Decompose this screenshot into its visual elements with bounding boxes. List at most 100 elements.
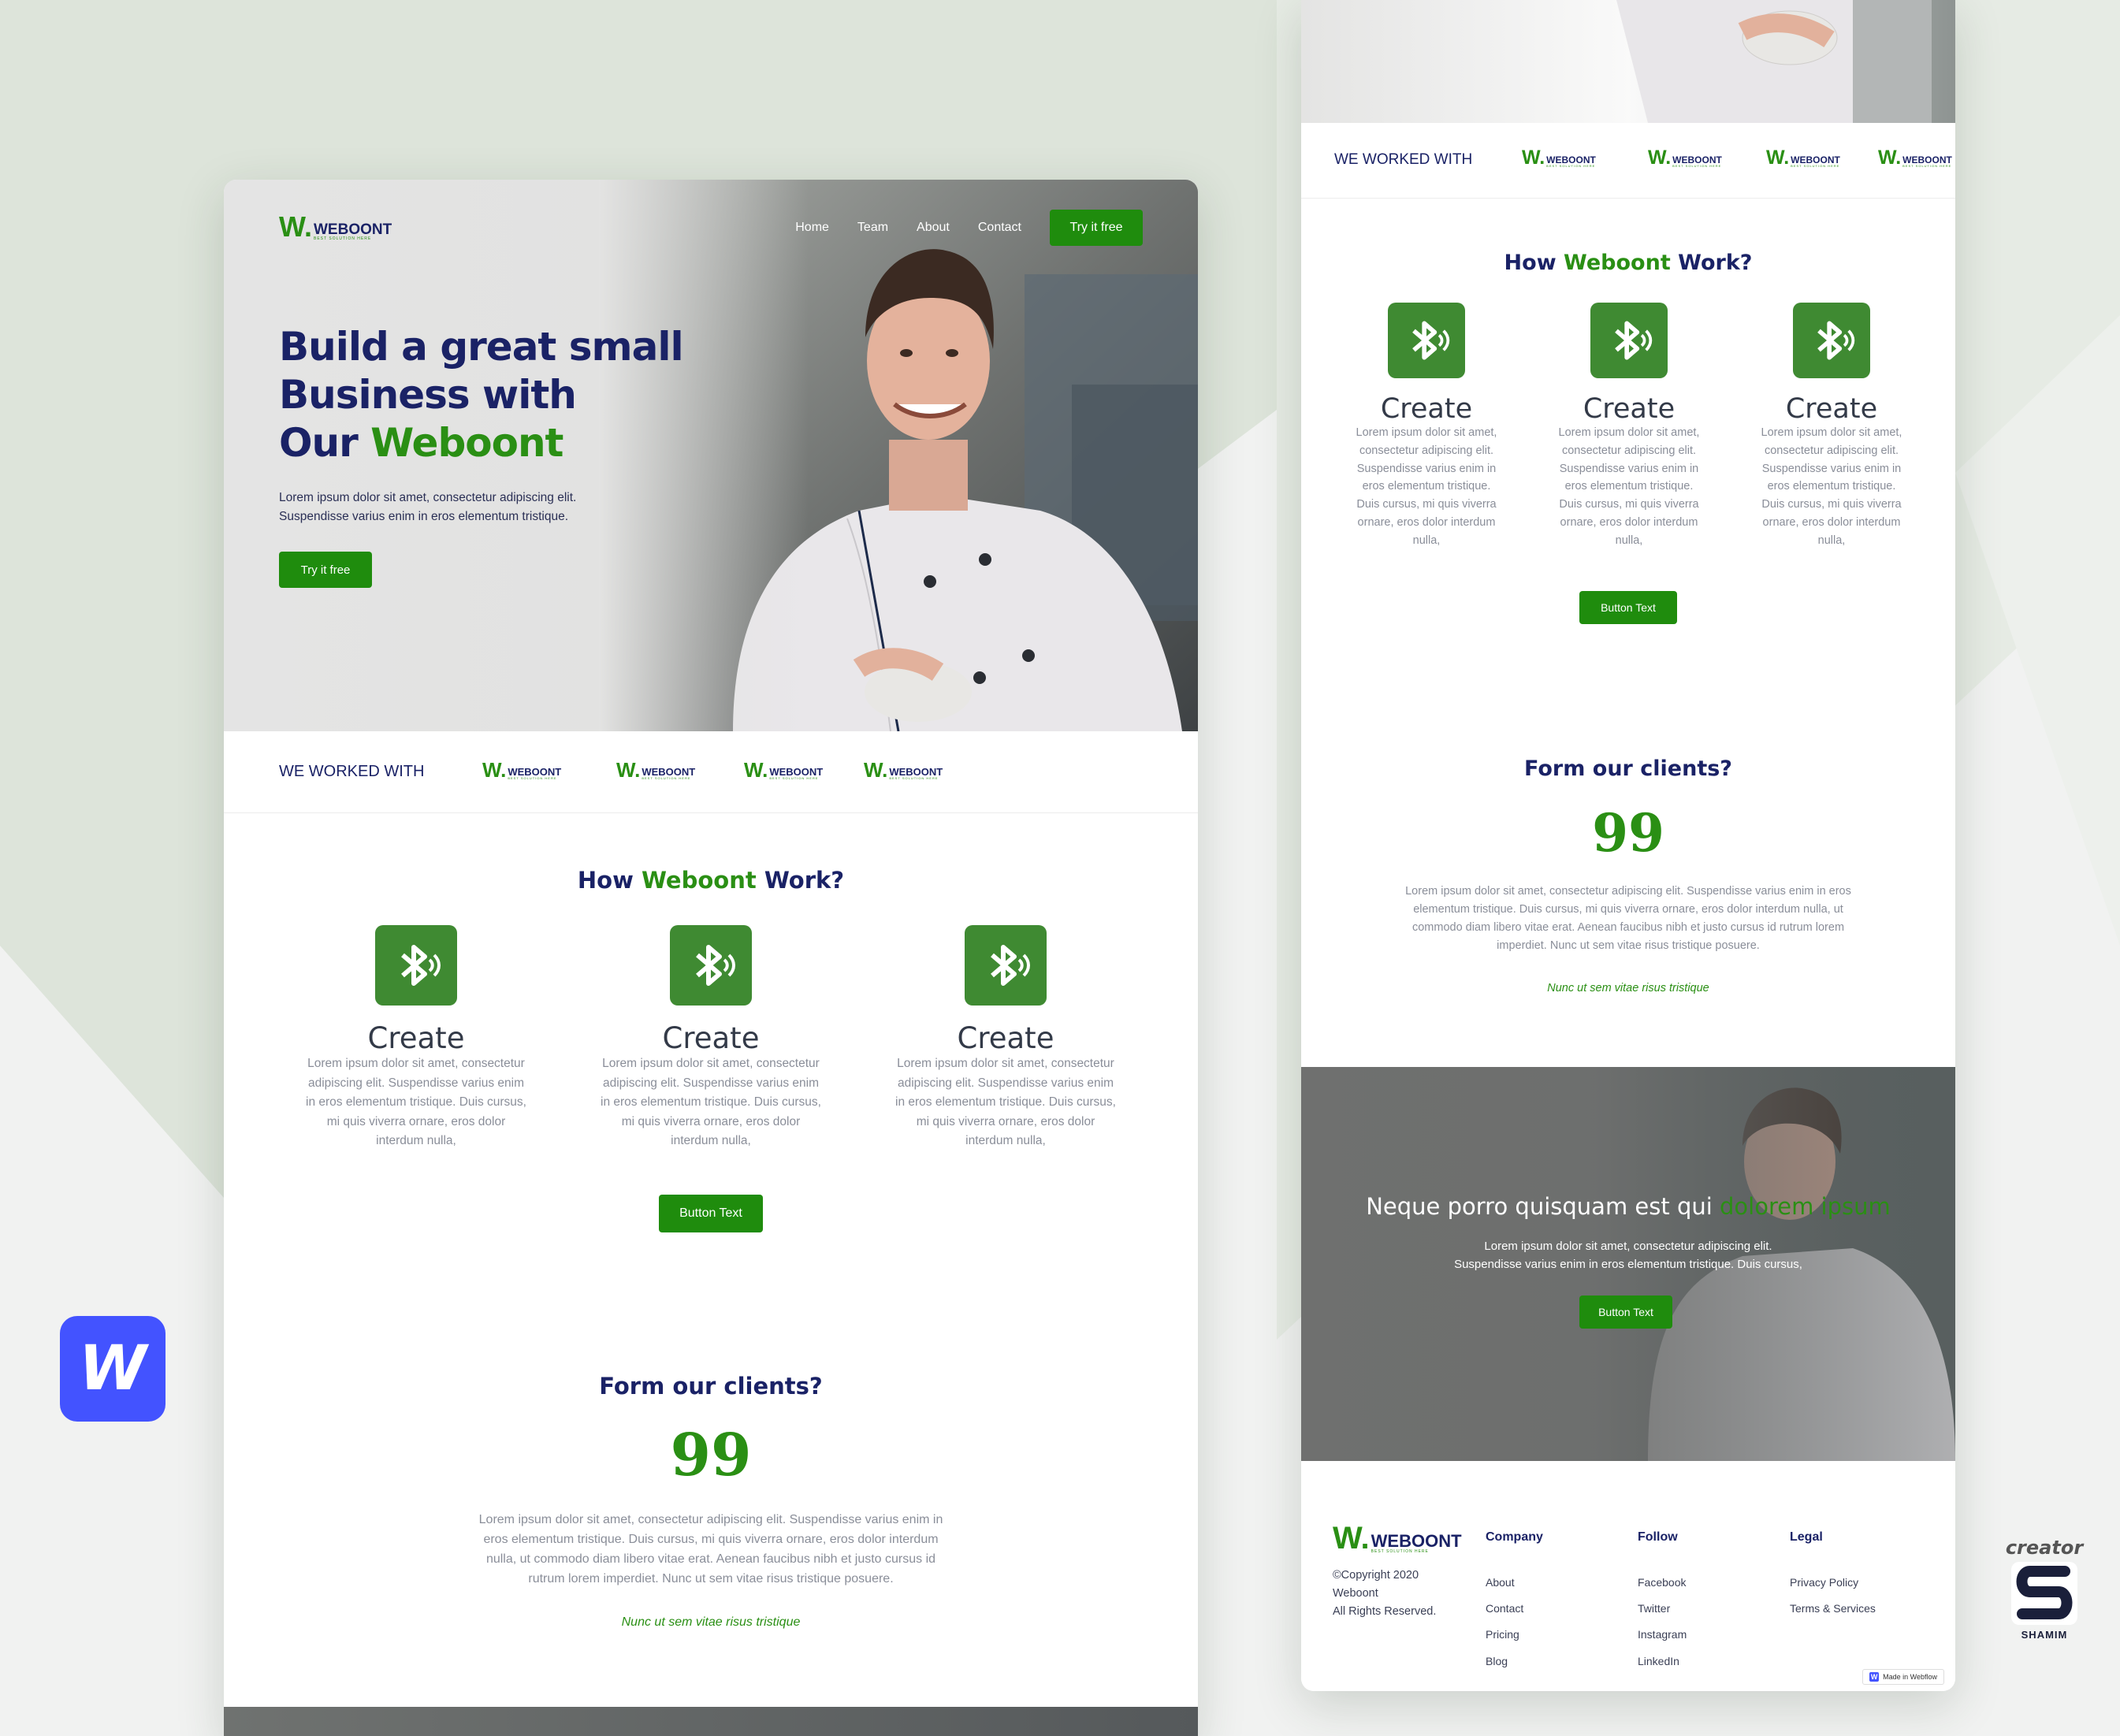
nav-contact[interactable]: Contact [978,221,1021,235]
site-footer: W. WEBOONT BEST SOLUTION HERE ©Copyright 2… [1301,1461,1955,1691]
hero-description: Lorem ipsum dolor sit amet, consectetur … [279,489,657,526]
badge-label: Made in Webflow [1883,1673,1937,1681]
footer-logo[interactable]: W. WEBOONT BEST SOLUTION HERE [1333,1522,1462,1554]
hero-title-line3a: Our [279,420,371,466]
worked-with-strip: WE WORKED WITH W. WEBOONT BEST SOLUTION HE… [1301,123,1955,199]
how-it-works-title: How Weboont Work? [577,867,845,894]
nav-team[interactable]: Team [857,221,888,235]
bluetooth-icon [1590,303,1668,378]
footer-link-terms[interactable]: Terms & Services [1790,1602,1876,1615]
bluetooth-icon [1793,303,1870,378]
client-author: Nunc ut sem vitae risus tristique [621,1615,801,1629]
footer-company-title: Company [1486,1530,1543,1544]
hero-desc-line2: Suspendisse varius enim in eros elementu… [279,510,569,523]
feature-card: Create Lorem ipsum dolor sit amet, conse… [303,925,530,1151]
hero-title: Build a great small Business with Our We… [279,323,684,467]
webflow-logo-icon: W [60,1316,166,1422]
partner-logo: W. WEBOONT BEST SOLUTION HERE [864,758,943,782]
quote-icon: 99 [670,1422,752,1489]
partner-logo: W. WEBOONT BEST SOLUTION HERE [744,758,824,782]
partner-logo: W. WEBOONT BEST SOLUTION HERE [1766,147,1840,169]
cta-description: Lorem ipsum dolor sit amet, consectetur … [1454,1240,1802,1271]
nav-try-free-button[interactable]: Try it free [1050,210,1143,246]
how-it-works-title: How Weboont Work? [1504,251,1753,275]
feature-card: Create Lorem ipsum dolor sit amet, conse… [1353,303,1500,550]
hero-section: W. WEBOONT BEST SOLUTION HERE Home Team … [224,180,1198,731]
client-author: Nunc ut sem vitae risus tristique [1547,982,1709,994]
footer-link-facebook[interactable]: Facebook [1638,1576,1686,1589]
hero-chef-photo-cropped [1301,0,1955,123]
feature-body: Lorem ipsum dolor sit amet, consectetur … [1761,426,1902,547]
hero-chef-photo [599,180,1198,731]
footer-link-instagram[interactable]: Instagram [1638,1628,1687,1641]
creator-label: creator [2005,1537,2084,1559]
next-section-peek [224,1707,1198,1736]
footer-link-blog[interactable]: Blog [1486,1655,1508,1667]
webflow-icon: W [1869,1672,1880,1682]
feature-card: Create Lorem ipsum dolor sit amet, conse… [1556,303,1702,550]
footer-follow-title: Follow [1638,1530,1678,1544]
client-quote: Lorem ipsum dolor sit amet, consectetur … [1405,885,1851,952]
feature-body: Lorem ipsum dolor sit amet, consectetur … [306,1057,526,1147]
feature-body: Lorem ipsum dolor sit amet, consectetur … [895,1057,1116,1147]
feature-card: Create Lorem ipsum dolor sit amet, conse… [1758,303,1905,550]
hero-try-free-button[interactable]: Try it free [279,552,372,588]
cta-button[interactable]: Button Text [1579,1295,1672,1329]
footer-link-twitter[interactable]: Twitter [1638,1602,1670,1615]
worked-with-strip: WE WORKED WITH W. WEBOONT BEST SOLUTION HE… [224,731,1198,813]
partner-logo: W. WEBOONT BEST SOLUTION HERE [1522,147,1596,169]
feature-body: Lorem ipsum dolor sit amet, consectetur … [601,1057,821,1147]
footer-link-contact[interactable]: Contact [1486,1602,1523,1615]
hero-desc-line1: Lorem ipsum dolor sit amet, consectetur … [279,491,577,504]
feature-body: Lorem ipsum dolor sit amet, consectetur … [1356,426,1497,547]
logo-name: WEBOONT [314,221,392,238]
footer-link-pricing[interactable]: Pricing [1486,1628,1519,1641]
site-logo[interactable]: W. WEBOONT BEST SOLUTION HERE [279,213,392,241]
feature-title: Create [662,1021,760,1055]
footer-link-privacy[interactable]: Privacy Policy [1790,1576,1858,1589]
feature-title: Create [367,1021,465,1055]
partner-logo: W. WEBOONT BEST SOLUTION HERE [1878,147,1952,169]
desktop-page-preview: W. WEBOONT BEST SOLUTION HERE Home Team … [224,180,1198,1736]
feature-title: Create [1380,393,1473,425]
logo-mark: W. [279,210,312,243]
logo-tagline: BEST SOLUTION HERE [314,236,372,241]
bluetooth-icon [670,925,752,1006]
partner-logo: W. WEBOONT BEST SOLUTION HERE [616,758,696,782]
feature-card: Create Lorem ipsum dolor sit amet, conse… [892,925,1119,1151]
how-button[interactable]: Button Text [1579,591,1677,624]
feature-body: Lorem ipsum dolor sit amet, consectetur … [1558,426,1700,547]
creator-mark: creator SHAMIM [2005,1537,2084,1641]
feature-card: Create Lorem ipsum dolor sit amet, conse… [597,925,824,1151]
worked-with-label: WE WORKED WITH [279,763,425,780]
feature-title: Create [1583,393,1676,425]
nav-home[interactable]: Home [795,221,829,235]
footer-link-about[interactable]: About [1486,1576,1515,1589]
footer-legal-title: Legal [1790,1530,1823,1544]
partner-logo: W. WEBOONT BEST SOLUTION HERE [482,758,562,782]
creator-s-logo [2011,1562,2077,1625]
cta-band: Neque porro quisquam est qui dolorem ips… [1301,1067,1955,1461]
clients-title: Form our clients? [1524,756,1732,781]
scrolled-page-preview: WE WORKED WITH W. WEBOONT BEST SOLUTION HE… [1301,0,1955,1691]
cta-title: Neque porro quisquam est qui dolorem ips… [1366,1193,1891,1220]
main-nav: Home Team About Contact Try it free [795,210,1143,246]
hero-title-line1: Build a great small [279,324,684,370]
feature-title: Create [1785,393,1878,425]
footer-link-linkedin[interactable]: LinkedIn [1638,1655,1679,1667]
feature-title: Create [957,1021,1054,1055]
bluetooth-icon [965,925,1047,1006]
bluetooth-icon [1388,303,1465,378]
clients-title: Form our clients? [599,1373,823,1400]
worked-with-label: WE WORKED WITH [1334,151,1473,168]
quote-icon: 99 [1592,802,1664,864]
footer-copyright: ©Copyright 2020 Weboont All Rights Reserve… [1333,1569,1437,1618]
how-button[interactable]: Button Text [659,1195,763,1232]
made-in-webflow-badge[interactable]: W Made in Webflow [1862,1669,1944,1685]
hero-title-highlight: Weboont [370,420,563,466]
client-quote: Lorem ipsum dolor sit amet, consectetur … [478,1513,943,1585]
creator-name: SHAMIM [2021,1629,2068,1641]
hero-title-line2: Business with [279,372,577,418]
nav-about[interactable]: About [917,221,950,235]
bluetooth-icon [375,925,457,1006]
